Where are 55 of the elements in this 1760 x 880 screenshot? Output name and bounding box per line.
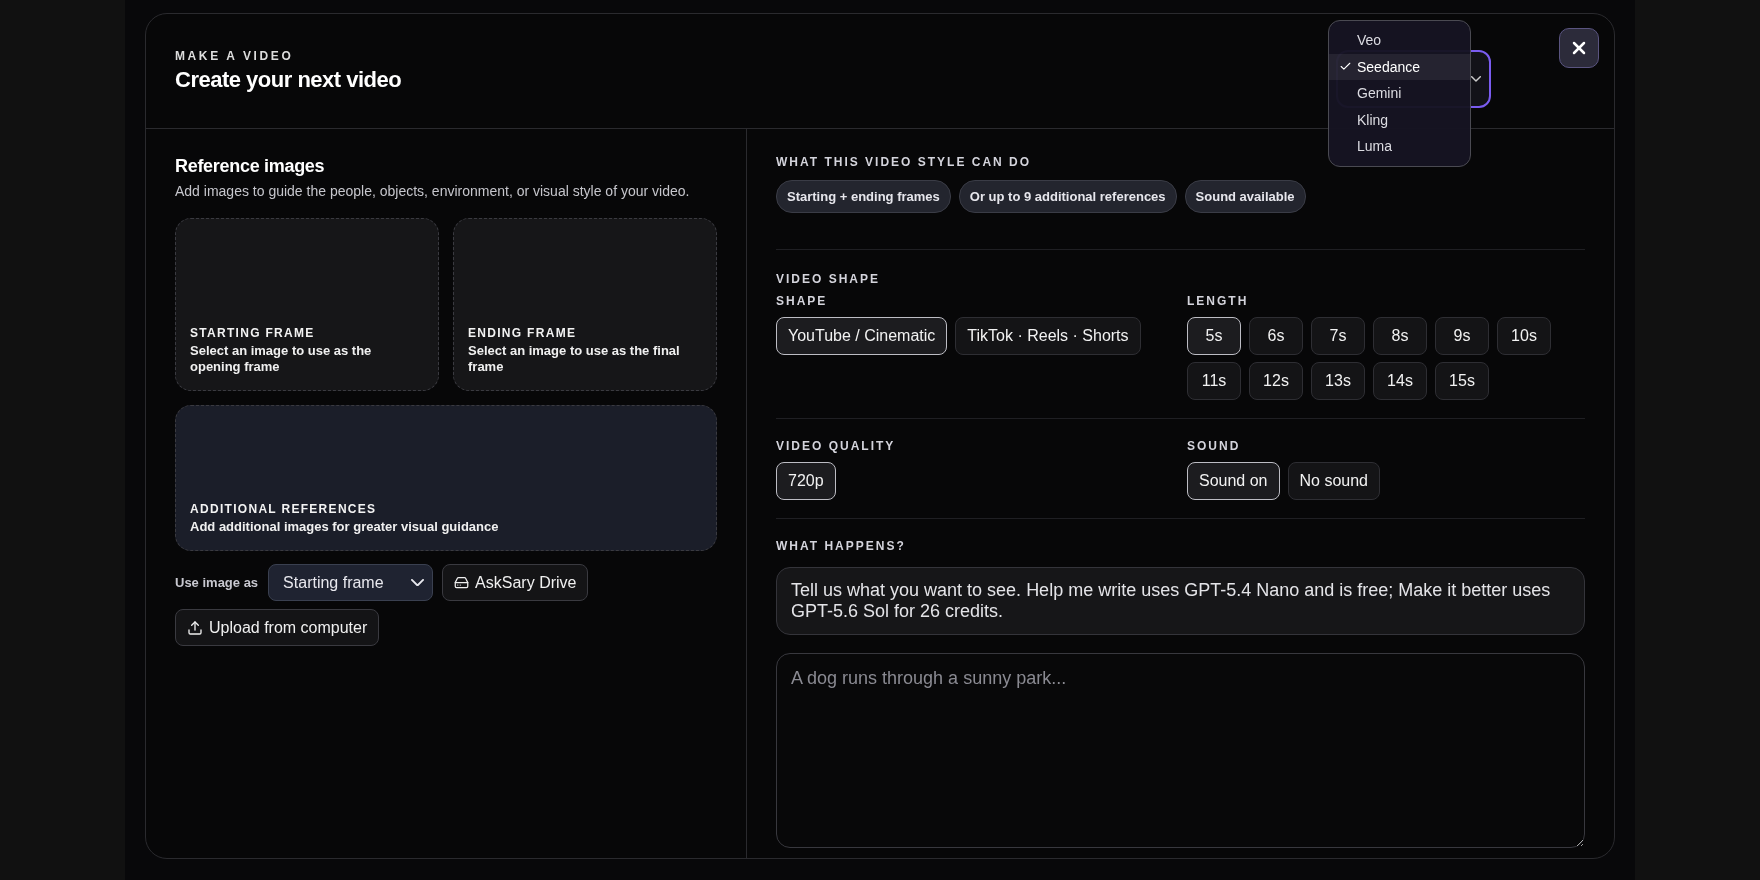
option-button[interactable]: 12s [1249, 362, 1303, 400]
menu-item[interactable]: Luma [1329, 133, 1470, 160]
prompt-field[interactable]: A dog runs through a sunny park... [776, 653, 1585, 848]
option-button[interactable]: No sound [1287, 462, 1380, 500]
option-button[interactable]: 10s [1497, 317, 1551, 355]
option-button[interactable]: 15s [1435, 362, 1489, 400]
drive-icon [454, 575, 470, 590]
upload-icon [187, 619, 203, 636]
reference-dropzone[interactable]: ADDITIONAL REFERENCES Add additional images for greater visual guidance [175, 405, 717, 551]
dialog-title: Create your next video [175, 67, 402, 93]
option-button[interactable]: 720p [776, 462, 836, 500]
option-button[interactable]: 13s [1311, 362, 1365, 400]
option-button[interactable]: YouTube / Cinematic [776, 317, 948, 355]
field-label: SHAPE [776, 294, 829, 308]
option-button[interactable]: 5s [1187, 317, 1241, 355]
capability-chip: Or up to 9 additional references [958, 180, 1177, 213]
option-button[interactable]: 14s [1373, 362, 1427, 400]
chevron-icon [1471, 76, 1481, 82]
chevron-icon [411, 578, 425, 587]
menu-item[interactable]: Seedance [1329, 53, 1470, 80]
upload-button[interactable]: Upload from computer [175, 609, 380, 646]
menu-item[interactable]: Veo [1329, 27, 1470, 54]
option-button[interactable]: 11s [1187, 362, 1241, 400]
drive-button[interactable]: AskSary Drive [442, 564, 589, 601]
capability-chip: Starting + ending frames [776, 180, 951, 213]
option-button[interactable]: 7s [1311, 317, 1365, 355]
use-image-select[interactable]: Starting frame [268, 564, 434, 601]
section-title: Reference images [175, 156, 326, 177]
dropzone-description: Select an image to use as the opening frame [190, 343, 373, 375]
info-message: Tell us what you want to see. Help me write uses GPT-5.4 Nano and is free; Make it better uses GPT-5.6 Sol for 26 credits. [776, 567, 1585, 635]
dropzone-description: Select an image to use as the final frame [468, 343, 681, 375]
eyebrow-label: MAKE A VIDEO [175, 49, 295, 63]
menu-item[interactable]: Kling [1329, 106, 1470, 133]
dropzone-title: ENDING FRAME [468, 326, 578, 340]
capability-chip: Sound available [1184, 180, 1306, 213]
field-label: LENGTH [1187, 294, 1250, 308]
section-label: VIDEO QUALITY [776, 439, 897, 453]
use-image-label: Use image as [175, 575, 259, 590]
menu-item[interactable]: Gemini [1329, 80, 1470, 107]
section-subtitle: Add images to guide the people, objects, environment, or visual style of your video. [175, 183, 691, 199]
option-button[interactable]: 6s [1249, 317, 1303, 355]
option-button[interactable]: TikTok · Reels · Shorts [955, 317, 1141, 355]
section-label: SOUND [1187, 439, 1242, 453]
section-label: VIDEO SHAPE [776, 272, 882, 286]
close-button[interactable] [1559, 28, 1599, 68]
dropzone-description: Add additional images for greater visual guidance [190, 519, 500, 535]
frame-dropzone[interactable]: ENDING FRAME Select an image to use as the final frame [453, 218, 717, 391]
dropzone-title: ADDITIONAL REFERENCES [190, 502, 378, 516]
dropzone-title: STARTING FRAME [190, 326, 316, 340]
option-button[interactable]: 8s [1373, 317, 1427, 355]
section-label: WHAT HAPPENS? [776, 539, 907, 553]
option-button[interactable]: 9s [1435, 317, 1489, 355]
frame-dropzone[interactable]: STARTING FRAME Select an image to use as the opening frame [175, 218, 439, 391]
section-label: WHAT THIS VIDEO STYLE CAN DO [776, 155, 1033, 169]
option-button[interactable]: Sound on [1187, 462, 1280, 500]
